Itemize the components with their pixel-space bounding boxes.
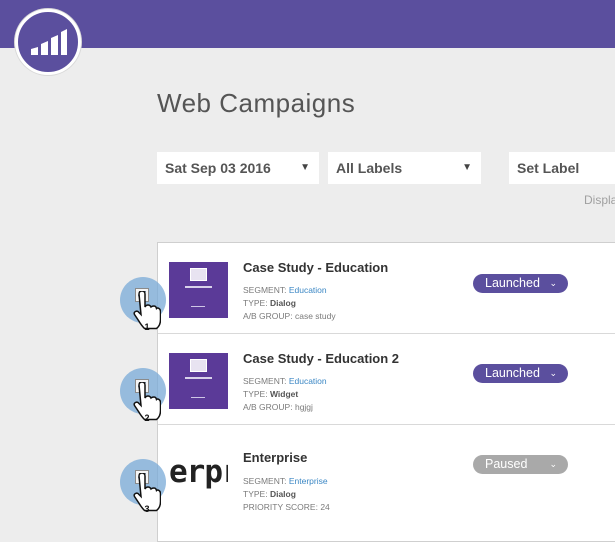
status-label: Launched	[485, 276, 540, 290]
caret-down-icon: ▼	[462, 162, 472, 173]
marketo-logo[interactable]	[15, 9, 81, 75]
campaign-row[interactable]: Case Study - Education 2 SEGMENT: Educat…	[158, 334, 615, 425]
set-label-text: Set Label	[517, 160, 580, 176]
campaign-priority-score: PRIORITY SCORE: 24	[243, 502, 330, 512]
top-bar	[0, 0, 615, 48]
campaign-ab-group: A/B GROUP: case study	[243, 311, 336, 321]
campaign-segment: SEGMENT: Education	[243, 285, 327, 295]
campaign-name[interactable]: Enterprise	[243, 450, 307, 465]
cursor-step-number: 3	[144, 504, 149, 514]
campaign-type: TYPE: Dialog	[243, 298, 296, 308]
campaign-ab-group: A/B GROUP: hgjgj	[243, 402, 313, 412]
chevron-down-icon: ⌄	[549, 459, 557, 469]
caret-down-icon: ▼	[300, 162, 310, 173]
campaign-name[interactable]: Case Study - Education	[243, 260, 388, 275]
date-filter-label: Sat Sep 03 2016	[165, 160, 271, 176]
campaign-list: Case Study - Education SEGMENT: Educatio…	[157, 242, 615, 542]
campaign-name[interactable]: Case Study - Education 2	[243, 351, 399, 366]
labels-filter-label: All Labels	[336, 160, 403, 176]
status-dropdown[interactable]: Paused ⌄	[473, 455, 568, 474]
campaign-type: TYPE: Dialog	[243, 489, 296, 499]
segment-link[interactable]: Education	[289, 285, 327, 295]
status-label: Launched	[485, 366, 540, 380]
campaign-row[interactable]: erpr Enterprise SEGMENT: Enterprise TYPE…	[158, 425, 615, 516]
campaign-type: TYPE: Widget	[243, 389, 299, 399]
status-dropdown[interactable]: Launched ⌄	[473, 364, 568, 383]
hand-cursor-icon: 1	[133, 291, 161, 332]
status-label: Paused	[485, 457, 528, 471]
hand-cursor-icon: 2	[133, 382, 161, 423]
labels-filter[interactable]: All Labels ▼	[328, 152, 481, 184]
cursor-step-number: 1	[144, 322, 149, 332]
cursor-step-number: 2	[144, 413, 149, 423]
text-preview-thumbnail[interactable]: erpr	[169, 444, 228, 500]
segment-link[interactable]: Education	[289, 376, 327, 386]
campaign-segment: SEGMENT: Education	[243, 376, 327, 386]
status-dropdown[interactable]: Launched ⌄	[473, 274, 568, 293]
date-filter[interactable]: Sat Sep 03 2016 ▼	[157, 152, 319, 184]
dialog-preview-thumbnail[interactable]	[169, 262, 228, 318]
dialog-preview-thumbnail[interactable]	[169, 353, 228, 409]
chevron-down-icon: ⌄	[549, 278, 557, 288]
marketo-bars-icon	[31, 29, 67, 55]
display-options-label[interactable]: Displa	[584, 193, 615, 207]
page-title: Web Campaigns	[157, 88, 356, 118]
campaign-row[interactable]: Case Study - Education SEGMENT: Educatio…	[158, 243, 615, 334]
hand-cursor-icon: 3	[133, 473, 161, 514]
set-label-field[interactable]: Set Label	[509, 152, 615, 184]
campaign-segment: SEGMENT: Enterprise	[243, 476, 328, 486]
chevron-down-icon: ⌄	[549, 368, 557, 378]
segment-link[interactable]: Enterprise	[289, 476, 328, 486]
